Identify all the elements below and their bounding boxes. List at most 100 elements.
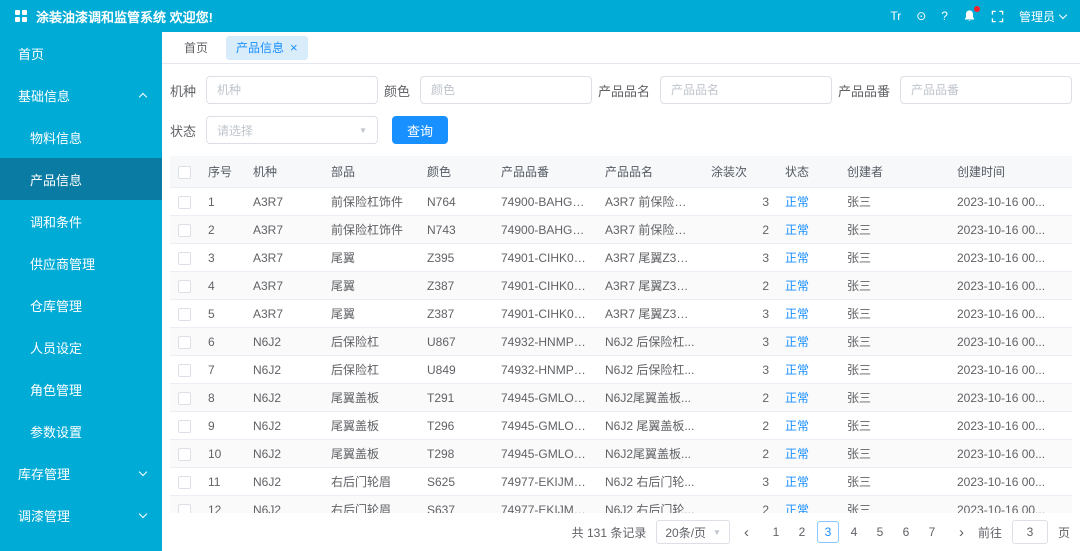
column-header: 状态 xyxy=(777,156,839,188)
sidebar-item[interactable]: 调漆管理 xyxy=(0,494,162,536)
row-checkbox[interactable] xyxy=(178,307,191,321)
table-row: 2 A3R7 前保险杠饰件 N743 74900-BAHG00... A3R7 前保险杠.… xyxy=(170,215,1072,244)
table-cell: 2023-10-16 00... xyxy=(949,383,1072,412)
tab[interactable]: 产品信息 × xyxy=(226,35,308,60)
table-cell: 前保险杠饰件 xyxy=(323,187,419,216)
table-cell: 张三 xyxy=(839,383,949,412)
row-checkbox[interactable] xyxy=(178,195,191,209)
fullscreen-icon[interactable] xyxy=(991,10,1004,23)
row-checkbox[interactable] xyxy=(178,279,191,293)
notification-icon[interactable] xyxy=(963,6,980,23)
sidebar-item[interactable]: 首页 xyxy=(0,32,162,74)
sidebar-item[interactable]: 产品信息 xyxy=(0,158,162,200)
sidebar-item[interactable]: 人员设定 xyxy=(0,326,162,368)
sidebar-item[interactable]: 参数设置 xyxy=(0,410,162,452)
machine-type-input[interactable] xyxy=(206,76,379,104)
row-checkbox[interactable] xyxy=(178,363,191,377)
page-number[interactable]: 7 xyxy=(921,521,943,543)
goto-page-input[interactable] xyxy=(1011,520,1048,544)
product-number-input[interactable] xyxy=(899,76,1072,104)
row-checkbox[interactable] xyxy=(178,335,191,349)
page-size-select[interactable]: 20条/页 ▼ xyxy=(656,520,730,544)
page-number[interactable]: 3 xyxy=(816,521,839,543)
sidebar-item[interactable]: 物料信息 xyxy=(0,116,162,158)
app-title: 涂装油漆调和监管系统 欢迎您! xyxy=(36,9,213,25)
table-cell: 2 xyxy=(703,383,777,412)
select-all-checkbox[interactable] xyxy=(178,165,191,179)
product-name-input[interactable] xyxy=(659,76,832,104)
theme-icon[interactable]: ⊙ xyxy=(916,10,926,22)
sidebar-item[interactable]: 基础信息 xyxy=(0,74,162,116)
sidebar-item[interactable]: 供应商管理 xyxy=(0,242,162,284)
table-cell: 张三 xyxy=(839,411,949,440)
sidebar-item-label: 调和条件 xyxy=(30,214,83,230)
table-row: 9 N6J2 尾翼盖板 T296 74945-GMLO0... N6J2 尾翼盖板... 2… xyxy=(170,411,1072,440)
table-cell: 正常 xyxy=(777,355,839,384)
close-icon[interactable]: × xyxy=(290,41,298,54)
column-header: 部品 xyxy=(323,156,419,188)
row-checkbox[interactable] xyxy=(178,419,191,433)
table-cell: 张三 xyxy=(839,271,949,300)
status-select[interactable]: 请选择 ▼ xyxy=(206,116,379,144)
table-cell: N6J2 xyxy=(245,411,323,440)
table-row: 11 N6J2 右后门轮眉 S625 74977-EKIJM0... N6J2 右后门轮.… xyxy=(170,467,1072,496)
page-number[interactable]: 5 xyxy=(869,521,891,543)
checkbox-cell xyxy=(170,243,200,272)
row-checkbox[interactable] xyxy=(178,251,191,265)
table-cell: 11 xyxy=(200,467,245,496)
color-input[interactable] xyxy=(420,76,592,104)
page-number[interactable]: 4 xyxy=(843,521,865,543)
table-cell: U867 xyxy=(419,327,493,356)
table-cell: 1 xyxy=(200,187,245,216)
table-cell: N743 xyxy=(419,215,493,244)
table-cell: 74945-GMLO0... xyxy=(493,411,597,440)
user-name: 管理员 xyxy=(1018,9,1055,24)
table-cell: 正常 xyxy=(777,215,839,244)
table-cell: A3R7 xyxy=(245,299,323,328)
table-cell: N6J2 xyxy=(245,467,323,496)
table-cell: 张三 xyxy=(839,299,949,328)
row-checkbox[interactable] xyxy=(178,503,191,513)
table-cell: 3 xyxy=(703,355,777,384)
row-checkbox[interactable] xyxy=(178,447,191,461)
sidebar-item-label: 仓库管理 xyxy=(30,298,83,314)
table-cell: 正常 xyxy=(777,299,839,328)
tab[interactable]: 首页 xyxy=(174,36,218,60)
table-cell: 3 xyxy=(703,327,777,356)
row-checkbox[interactable] xyxy=(178,475,191,489)
table-cell: 正常 xyxy=(777,243,839,272)
sidebar-item[interactable]: 调和条件 xyxy=(0,200,162,242)
filter-field: 产品品名 xyxy=(598,76,832,104)
checkbox-cell xyxy=(170,187,200,216)
language-icon[interactable]: Tr xyxy=(890,10,901,22)
table-cell: 右后门轮眉 xyxy=(323,495,419,513)
page-number[interactable]: 1 xyxy=(765,521,787,543)
row-checkbox[interactable] xyxy=(178,391,191,405)
table-row: 1 A3R7 前保险杠饰件 N764 74900-BAHG00... A3R7 前保险杠.… xyxy=(170,187,1072,216)
page-number[interactable]: 2 xyxy=(791,521,813,543)
table-cell: 正常 xyxy=(777,271,839,300)
table-cell: 正常 xyxy=(777,327,839,356)
filter-field: 状态 请选择 ▼ xyxy=(170,116,379,144)
next-page-button[interactable]: › xyxy=(955,525,968,540)
chevron-down-icon: ▼ xyxy=(359,125,368,135)
sidebar-item[interactable]: 角色管理 xyxy=(0,368,162,410)
table-cell: Z395 xyxy=(419,243,493,272)
sidebar-item[interactable]: 仓库管理 xyxy=(0,284,162,326)
user-menu[interactable]: 管理员 xyxy=(1018,8,1068,25)
row-checkbox[interactable] xyxy=(178,223,191,237)
page-number[interactable]: 6 xyxy=(895,521,917,543)
table-cell: T296 xyxy=(419,411,493,440)
table-cell: 74932-HNMP0... xyxy=(493,327,597,356)
sidebar-item[interactable]: 库存管理 xyxy=(0,452,162,494)
checkbox-cell xyxy=(170,467,200,496)
filter-field: 机种 xyxy=(170,76,379,104)
goto-suffix: 页 xyxy=(1057,525,1070,540)
help-icon[interactable]: ? xyxy=(941,10,948,22)
table-cell: 后保险杠 xyxy=(323,327,419,356)
search-button[interactable]: 查询 xyxy=(392,116,449,144)
table-cell: 74901-CIHK00... xyxy=(493,299,597,328)
prev-page-button[interactable]: ‹ xyxy=(740,525,753,540)
sidebar-item-label: 首页 xyxy=(18,46,45,62)
tab-bar: 首页 产品信息 × xyxy=(162,32,1080,64)
